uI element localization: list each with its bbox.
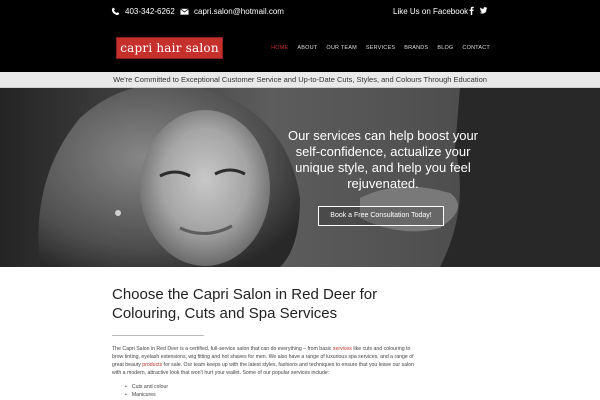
page-heading: Choose the Capri Salon in Red Deer for C… <box>112 285 492 323</box>
products-link[interactable]: products <box>142 362 162 368</box>
heading-line-2: Colouring, Cuts and Spa Services <box>112 305 338 322</box>
email-contact[interactable]: capri.salon@hotmail.com <box>180 7 284 16</box>
top-bar: 403-342-6262 capri.salon@hotmail.com Lik… <box>0 0 600 25</box>
main-nav: HOME ABOUT OUR TEAM SERVICES BRANDS BLOG… <box>271 45 490 51</box>
main-content: Choose the Capri Salon in Red Deer for C… <box>112 285 492 399</box>
nav-services[interactable]: SERVICES <box>366 45 395 51</box>
nav-home[interactable]: HOME <box>271 45 288 51</box>
nav-our-team[interactable]: OUR TEAM <box>326 45 357 51</box>
twitter-icon[interactable] <box>479 6 488 15</box>
email-address: capri.salon@hotmail.com <box>194 7 284 16</box>
facebook-icon[interactable] <box>467 6 476 15</box>
heading-line-1: Choose the Capri Salon in Red Deer for <box>112 286 378 303</box>
book-consultation-button[interactable]: Book a Free Consultation Today! <box>318 206 444 226</box>
nav-blog[interactable]: BLOG <box>437 45 453 51</box>
list-item: Cuts and colour <box>112 383 492 391</box>
envelope-icon <box>180 7 189 16</box>
phone-contact[interactable]: 403-342-6262 <box>111 7 175 16</box>
salon-logo[interactable]: capri hair salon <box>116 37 223 59</box>
tagline-bar: We're Committed to Exceptional Customer … <box>0 72 600 88</box>
phone-icon <box>111 7 120 16</box>
list-item: Manicures <box>112 391 492 399</box>
phone-number: 403-342-6262 <box>125 7 175 16</box>
site-header: capri hair salon HOME ABOUT OUR TEAM SER… <box>0 25 600 72</box>
nav-contact[interactable]: CONTACT <box>462 45 490 51</box>
intro-paragraph: The Capri Salon in Red Deer is a certifi… <box>112 345 417 377</box>
heading-divider <box>112 335 204 336</box>
nav-about[interactable]: ABOUT <box>297 45 317 51</box>
services-list: Cuts and colour Manicures <box>112 383 492 399</box>
hero-headline: Our services can help boost your self-co… <box>287 128 479 191</box>
services-link[interactable]: services <box>333 346 352 352</box>
nav-brands[interactable]: BRANDS <box>404 45 428 51</box>
hero-banner: Our services can help boost your self-co… <box>0 88 600 267</box>
para-text-1: The Capri Salon in Red Deer is a certifi… <box>112 346 333 352</box>
facebook-link[interactable]: Like Us on Facebook <box>393 7 468 16</box>
